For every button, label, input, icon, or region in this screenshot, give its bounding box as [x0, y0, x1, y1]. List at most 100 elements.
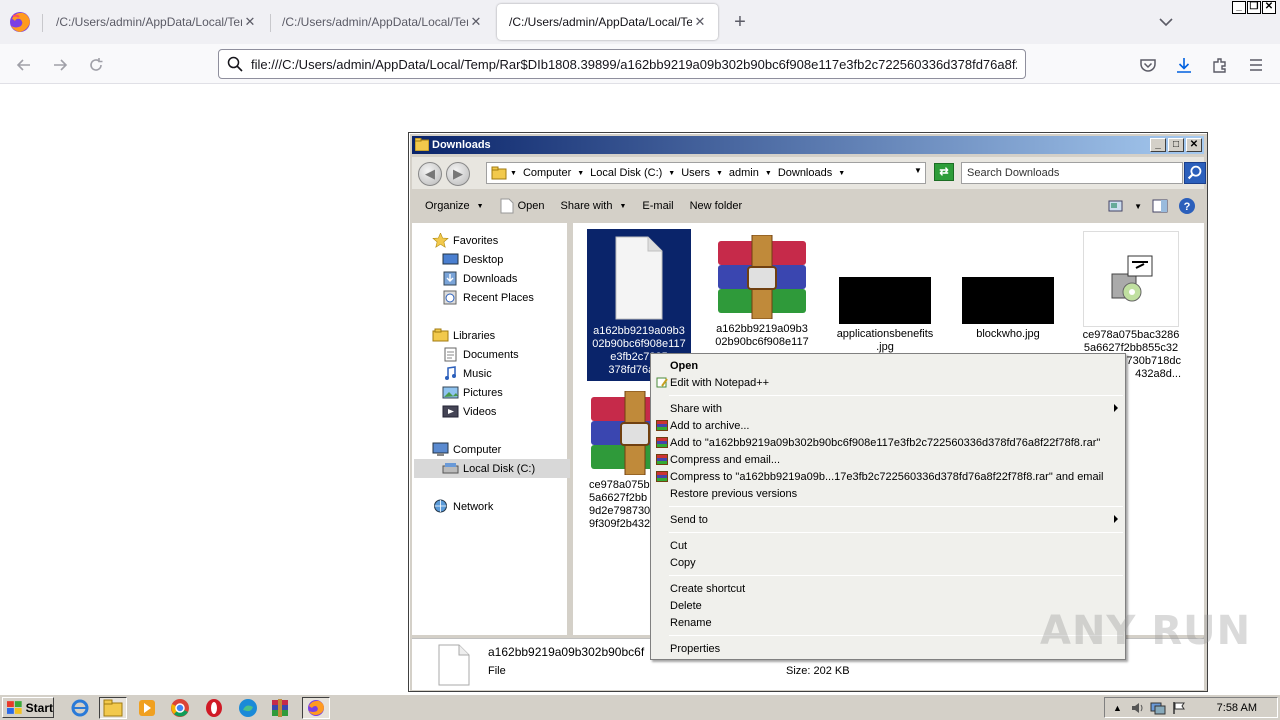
search-input[interactable]: Search Downloads [961, 162, 1183, 184]
nav-videos[interactable]: Videos [442, 402, 496, 421]
chevron-down-icon[interactable]: ▼ [835, 170, 848, 177]
clock[interactable]: 7:58 AM [1217, 702, 1257, 714]
preview-pane-icon[interactable] [1152, 199, 1168, 213]
opera-icon[interactable] [204, 698, 224, 718]
close-window-button[interactable]: ✕ [1262, 1, 1276, 14]
nav-libraries[interactable]: Libraries [432, 326, 495, 345]
network-status-icon[interactable] [1150, 701, 1166, 715]
minimize-window-button[interactable]: _ [1232, 1, 1246, 14]
internet-explorer-icon[interactable] [70, 698, 90, 718]
nav-recent-places[interactable]: Recent Places [442, 288, 534, 307]
new-tab-button[interactable]: + [730, 10, 750, 34]
nav-music[interactable]: Music [442, 364, 492, 383]
extensions-icon[interactable] [1211, 56, 1229, 74]
breadcrumb[interactable]: ▼ Computer ▼ Local Disk (C:) ▼ Users ▼ a… [486, 162, 926, 184]
menu-copy[interactable]: Copy [652, 554, 1124, 571]
forward-button[interactable]: ▶ [446, 162, 470, 186]
nav-documents[interactable]: Documents [442, 345, 519, 364]
menu-icon[interactable] [1247, 56, 1265, 74]
nav-favorites[interactable]: Favorites [432, 231, 498, 250]
back-button[interactable]: ◀ [418, 162, 442, 186]
menu-open[interactable]: Open [652, 357, 1124, 374]
folder-icon [103, 699, 123, 717]
url-bar[interactable]: file:///C:/Users/admin/AppData/Local/Tem… [218, 49, 1026, 79]
nav-downloads[interactable]: Downloads [442, 269, 517, 288]
chevron-down-icon[interactable]: ▼ [665, 170, 678, 177]
winrar-taskbar-icon[interactable] [270, 698, 290, 718]
chevron-down-icon[interactable]: ▼ [1134, 202, 1142, 211]
maximize-button[interactable]: □ [1168, 138, 1184, 152]
menu-create-shortcut[interactable]: Create shortcut [652, 580, 1124, 597]
winrar-icon [656, 454, 668, 465]
action-center-flag-icon[interactable] [1172, 701, 1186, 715]
edge-icon[interactable] [238, 698, 258, 718]
file-item-applicationsbenefits[interactable]: applicationsbenefits .jpg [833, 229, 937, 353]
restore-window-button[interactable]: ❐ [1247, 1, 1261, 14]
breadcrumb-users[interactable]: Users [678, 167, 713, 179]
show-hidden-icons-icon[interactable]: ▲ [1113, 703, 1122, 713]
menu-add-to-archive[interactable]: Add to archive... [652, 417, 1124, 434]
menu-compress-rar-email[interactable]: Compress to "a162bb9219a09b...17e3fb2c72… [652, 468, 1124, 485]
open-label: Open [517, 200, 545, 212]
new-folder-button[interactable]: New folder [682, 194, 751, 218]
winrar-icon [656, 437, 668, 448]
nav-desktop[interactable]: Desktop [442, 250, 503, 269]
organize-button[interactable]: Organize ▼ [412, 194, 492, 218]
menu-edit-notepad[interactable]: Edit with Notepad++ [652, 374, 1124, 391]
search-icon[interactable] [1184, 162, 1206, 184]
reload-icon[interactable] [87, 56, 105, 74]
taskbar-explorer-button[interactable] [99, 697, 127, 719]
url-text[interactable]: file:///C:/Users/admin/AppData/Local/Tem… [251, 57, 1017, 72]
forward-icon[interactable] [51, 56, 69, 74]
address-history-dropdown-icon[interactable]: ▼ [911, 166, 925, 175]
chevron-down-icon[interactable]: ▼ [507, 170, 520, 177]
breadcrumb-computer[interactable]: Computer [520, 167, 574, 179]
close-tab-icon[interactable]: ✕ [468, 14, 484, 30]
nav-local-disk[interactable]: Local Disk (C:) [414, 459, 570, 478]
file-item-rar-archive[interactable]: a162bb9219a09b3 02b90bc6f908e117 [710, 229, 814, 353]
nav-network[interactable]: Network [432, 497, 493, 516]
chevron-down-icon[interactable]: ▼ [713, 170, 726, 177]
close-button[interactable]: ✕ [1186, 138, 1202, 152]
email-button[interactable]: E-mail [634, 194, 681, 218]
file-item-blockwho[interactable]: blockwho.jpg [956, 229, 1060, 353]
list-all-tabs-icon[interactable] [1157, 14, 1175, 30]
downloads-icon[interactable] [1175, 56, 1193, 74]
nav-computer[interactable]: Computer [432, 440, 501, 459]
chevron-down-icon[interactable]: ▼ [762, 170, 775, 177]
view-options-icon[interactable] [1108, 199, 1124, 213]
media-player-icon[interactable] [137, 698, 157, 718]
close-tab-icon[interactable]: ✕ [692, 14, 708, 30]
explorer-title-bar[interactable]: Downloads _ □ ✕ [412, 136, 1204, 154]
open-button[interactable]: Open [492, 194, 553, 218]
chevron-down-icon[interactable]: ▼ [574, 170, 587, 177]
refresh-button[interactable]: ⇄ [934, 163, 954, 181]
taskbar-firefox-button[interactable] [302, 697, 330, 719]
volume-icon[interactable] [1130, 701, 1144, 715]
breadcrumb-admin[interactable]: admin [726, 167, 762, 179]
menu-restore-versions[interactable]: Restore previous versions [652, 485, 1124, 502]
minimize-button[interactable]: _ [1150, 138, 1166, 152]
search-icon [227, 56, 243, 72]
menu-compress-email[interactable]: Compress and email... [652, 451, 1124, 468]
start-button[interactable]: Start [2, 697, 54, 718]
menu-add-to-rar[interactable]: Add to "a162bb9219a09b302b90bc6f908e117e… [652, 434, 1124, 451]
browser-tab-2[interactable]: /C:/Users/admin/AppData/Local/Temp/R ✕ [270, 4, 494, 40]
chevron-down-icon: ▼ [476, 202, 484, 210]
help-icon[interactable]: ? [1178, 197, 1196, 215]
menu-send-to[interactable]: Send to [652, 511, 1124, 528]
menu-share-with[interactable]: Share with [652, 400, 1124, 417]
breadcrumb-local-disk[interactable]: Local Disk (C:) [587, 167, 665, 179]
file-name-line: a162bb9219a09b3 [593, 325, 685, 337]
nav-pictures[interactable]: Pictures [442, 383, 503, 402]
menu-cut[interactable]: Cut [652, 537, 1124, 554]
breadcrumb-downloads[interactable]: Downloads [775, 167, 835, 179]
chrome-icon[interactable] [170, 698, 190, 718]
firefox-logo-icon[interactable] [7, 10, 33, 34]
pocket-icon[interactable] [1139, 56, 1157, 74]
browser-tab-3-active[interactable]: /C:/Users/admin/AppData/Local/Temp/R ✕ [497, 4, 718, 40]
close-tab-icon[interactable]: ✕ [242, 14, 258, 30]
share-with-button[interactable]: Share with ▼ [553, 194, 635, 218]
back-icon[interactable] [15, 56, 33, 74]
browser-tab-1[interactable]: /C:/Users/admin/AppData/Local/Temp/R ✕ [44, 4, 268, 40]
